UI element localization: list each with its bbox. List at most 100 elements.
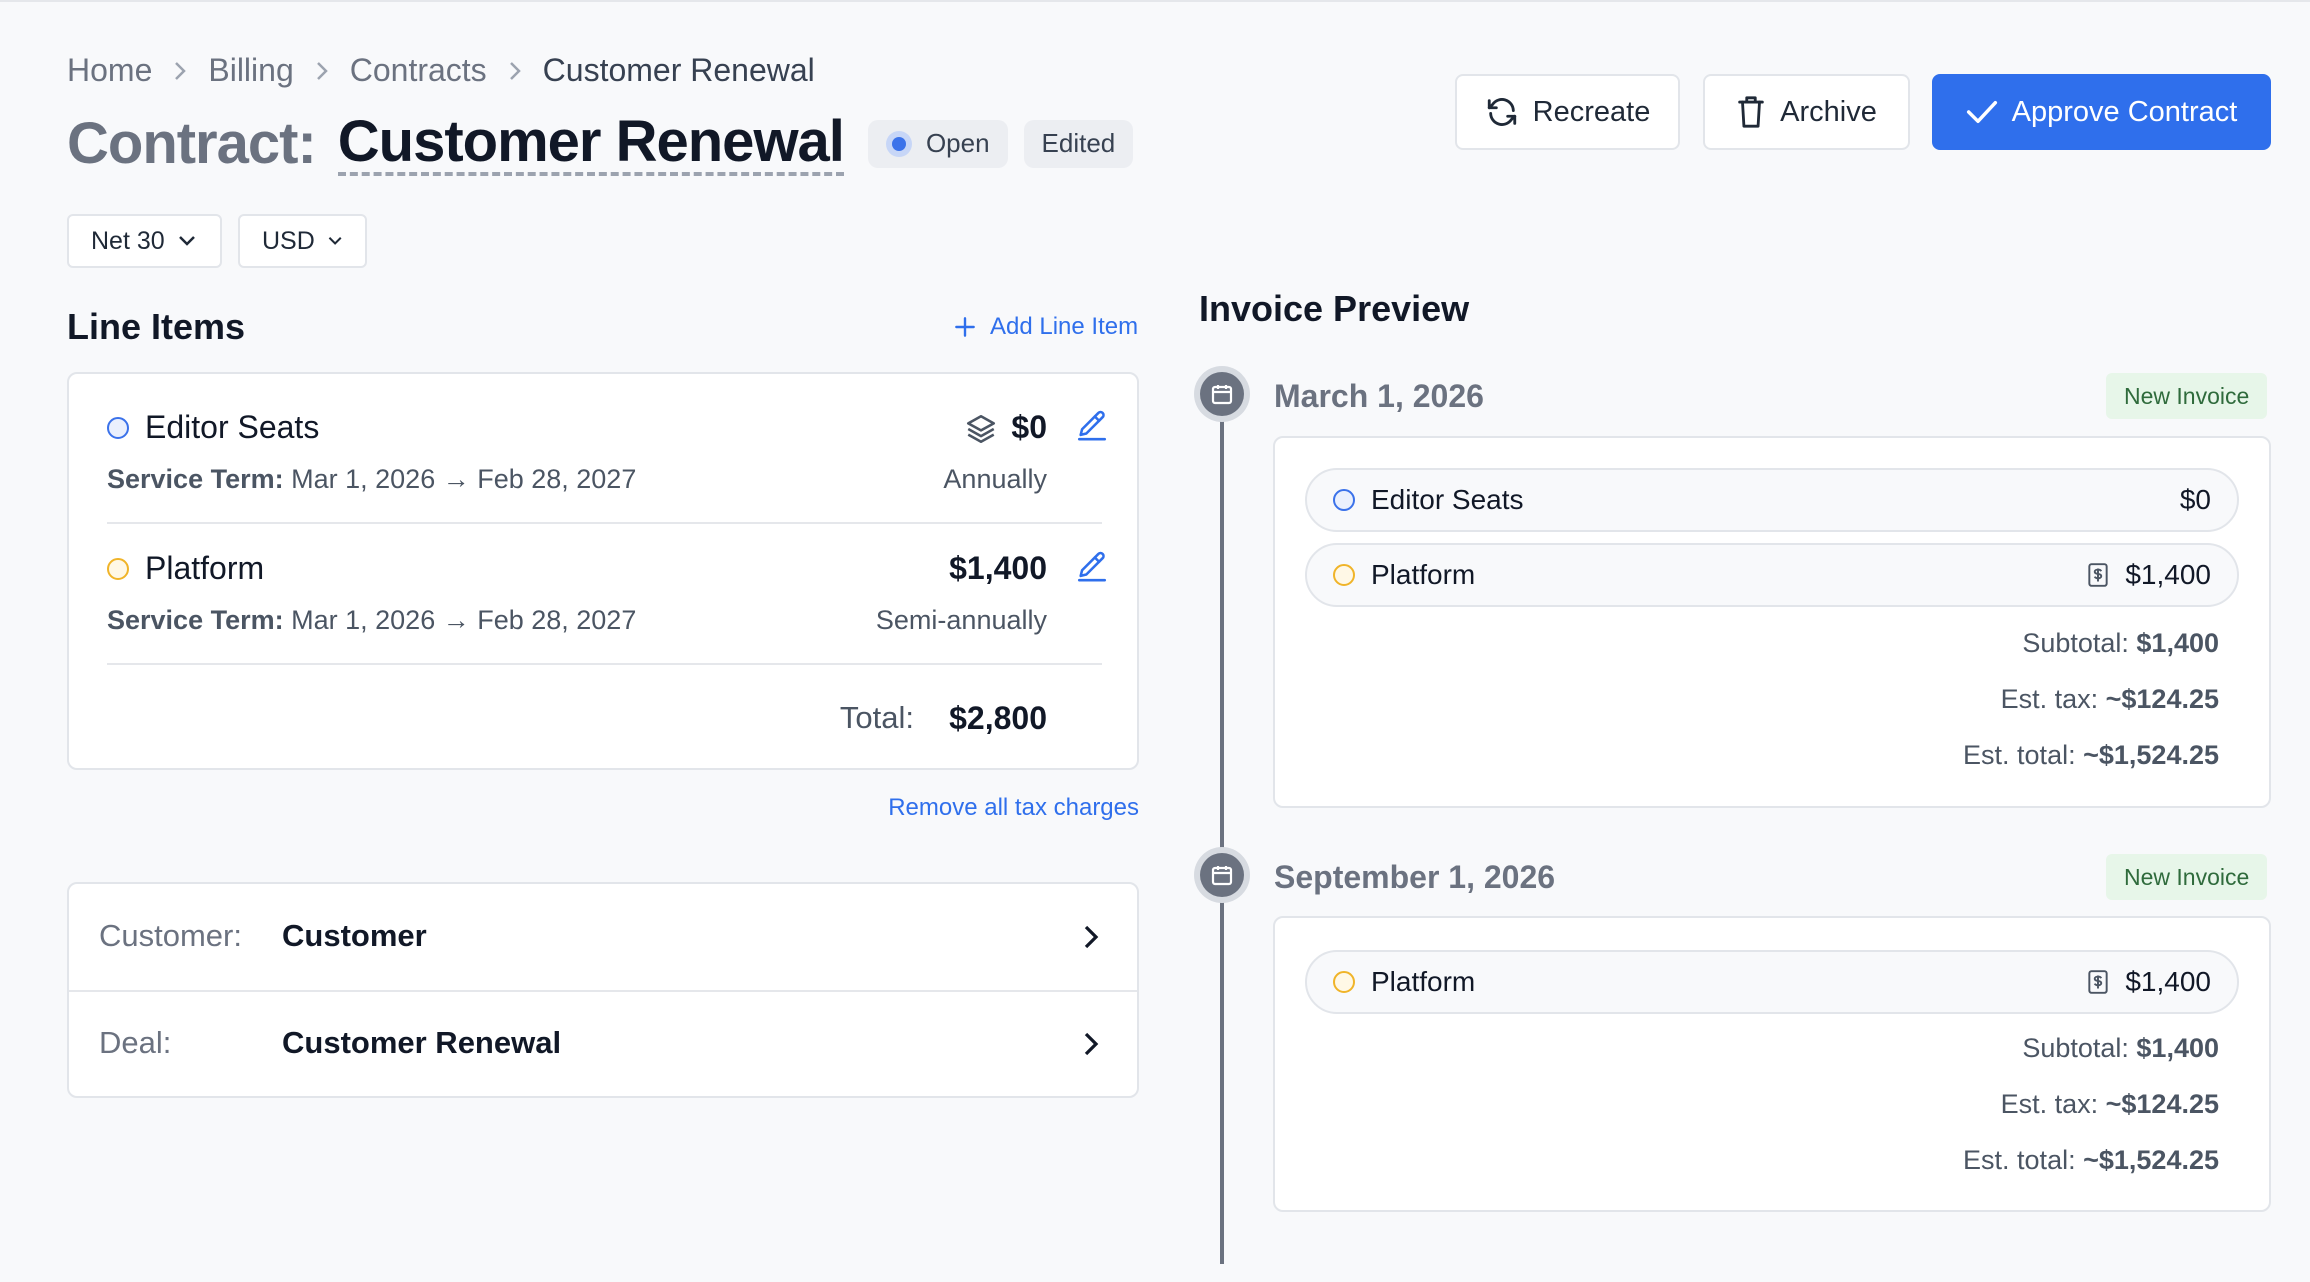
line-item-term-value: Mar 1, 2026 → Feb 28, 2027: [291, 605, 637, 635]
status-dot-icon: [885, 130, 912, 157]
status-badge-label: Open: [925, 128, 990, 158]
invoice-line: Platform $1,400: [1305, 950, 2239, 1014]
invoice-card: Editor Seats $0 Platform $1,400 Subtotal…: [1273, 436, 2271, 808]
invoice-tax-value: ~$124.25: [2105, 1089, 2219, 1119]
deal-label: Deal:: [99, 1025, 172, 1060]
line-items-card: Editor Seats Service Term: Mar 1, 2026 →…: [67, 372, 1139, 770]
invoice-est-total-value: ~$1,524.25: [2083, 740, 2219, 770]
invoice-line-status-icon: [1333, 971, 1355, 993]
line-item-divider: [107, 663, 1102, 665]
approve-contract-button-label: Approve Contract: [2011, 95, 2238, 128]
line-item-status-icon: [107, 417, 129, 439]
add-line-item-label: Add Line Item: [990, 313, 1139, 340]
receipt-icon: [2088, 563, 2109, 587]
line-item-term: Service Term: Mar 1, 2026 → Feb 28, 2027: [107, 464, 636, 495]
chevron-right-icon: [1084, 1032, 1099, 1056]
line-item-amount: $0: [1011, 409, 1047, 445]
invoice-line-amount: $1,400: [2125, 559, 2211, 590]
invoice-line-amount: $0: [2179, 484, 2211, 515]
invoice-tax-label: Est. tax:: [2000, 684, 2099, 714]
line-item-term-value: Mar 1, 2026 → Feb 28, 2027: [291, 464, 637, 494]
trash-icon: [1738, 96, 1764, 128]
invoice-line: Platform $1,400: [1305, 543, 2239, 607]
line-items-total-value: $2,800: [949, 700, 1047, 736]
invoice-date: March 1, 2026: [1274, 378, 1484, 414]
status-badge: Open: [867, 119, 1008, 168]
line-item-period: Semi-annually: [875, 605, 1047, 635]
page-title-prefix: Contract:: [67, 111, 317, 176]
invoice-subtotal: Subtotal: $1,400: [2022, 628, 2219, 659]
invoice-line-status-icon: [1333, 489, 1355, 511]
chevron-right-icon: [507, 60, 523, 82]
line-items-total-label: Total:: [839, 700, 914, 735]
approve-contract-button[interactable]: Approve Contract: [1932, 74, 2271, 150]
line-item-term: Service Term: Mar 1, 2026 → Feb 28, 2027: [107, 605, 636, 636]
line-item-status-icon: [107, 558, 129, 580]
breadcrumb-contracts[interactable]: Contracts: [350, 52, 487, 89]
invoice-tax-value: ~$124.25: [2105, 684, 2219, 714]
deal-row[interactable]: Deal: Customer Renewal: [69, 992, 1137, 1098]
chevron-right-icon: [1084, 925, 1099, 949]
breadcrumb-home[interactable]: Home: [67, 52, 152, 89]
line-item-divider: [107, 522, 1102, 524]
invoice-subtotal-value: $1,400: [2136, 1033, 2219, 1063]
line-item-name: Platform: [145, 550, 265, 586]
invoice-est-total: Est. total: ~$1,524.25: [1963, 740, 2219, 771]
customer-value: Customer: [282, 918, 427, 953]
edited-badge: Edited: [1023, 119, 1134, 168]
invoice-subtotal-label: Subtotal:: [2022, 628, 2129, 658]
invoice-tax-label: Est. tax:: [2000, 1089, 2099, 1119]
invoice-tax: Est. tax: ~$124.25: [2001, 684, 2219, 715]
invoice-est-total-value: ~$1,524.25: [2083, 1145, 2219, 1175]
remove-tax-charges-link[interactable]: Remove all tax charges: [888, 794, 1139, 822]
layers-icon: [966, 414, 996, 444]
invoice-line-status-icon: [1333, 564, 1355, 586]
invoice-subtotal: Subtotal: $1,400: [2022, 1033, 2219, 1064]
payment-terms-select[interactable]: Net 30: [67, 214, 222, 268]
invoice-line-name: Editor Seats: [1371, 484, 1524, 515]
recreate-button-label: Recreate: [1532, 95, 1651, 128]
customer-row[interactable]: Customer: Customer: [69, 884, 1137, 990]
customer-label: Customer:: [99, 918, 242, 953]
line-item-period: Annually: [943, 464, 1047, 494]
invoice-est-total: Est. total: ~$1,524.25: [1963, 1145, 2219, 1176]
recreate-button[interactable]: Recreate: [1455, 74, 1680, 150]
invoice-est-total-label: Est. total:: [1963, 740, 2076, 770]
chevron-down-icon: [328, 237, 342, 245]
line-item-term-label: Service Term:: [107, 464, 284, 494]
add-line-item-button[interactable]: Add Line Item: [952, 313, 1138, 341]
chevron-right-icon: [314, 60, 330, 82]
line-item-amount: $1,400: [949, 550, 1047, 586]
line-items-title: Line Items: [67, 306, 246, 347]
invoice-line: Editor Seats $0: [1305, 468, 2239, 532]
new-invoice-badge: New Invoice: [2106, 854, 2268, 900]
refresh-icon: [1487, 98, 1516, 126]
invoice-card: Platform $1,400 Subtotal: $1,400 Est. ta…: [1273, 916, 2271, 1212]
invoice-tax: Est. tax: ~$124.25: [2001, 1089, 2219, 1120]
edit-icon[interactable]: [1075, 408, 1109, 442]
payment-terms-value: Net 30: [91, 226, 165, 255]
currency-select[interactable]: USD: [238, 214, 367, 268]
invoice-line-name: Platform: [1371, 559, 1476, 590]
invoice-line-name: Platform: [1371, 966, 1476, 997]
page-title[interactable]: Customer Renewal: [337, 111, 845, 176]
calendar-icon: [1200, 853, 1244, 897]
edit-icon[interactable]: [1075, 549, 1109, 583]
invoice-line-amount: $1,400: [2125, 966, 2211, 997]
chevron-right-icon: [172, 60, 188, 82]
line-item-name: Editor Seats: [145, 409, 320, 445]
deal-value: Customer Renewal: [282, 1025, 562, 1060]
receipt-icon: [2088, 970, 2109, 994]
invoice-subtotal-value: $1,400: [2136, 628, 2219, 658]
new-invoice-badge: New Invoice: [2106, 373, 2268, 419]
plus-icon: [955, 317, 975, 337]
breadcrumb-current: Customer Renewal: [542, 52, 815, 88]
archive-button-label: Archive: [1780, 95, 1877, 128]
breadcrumb: Home Billing Contracts Customer Renewal: [67, 52, 815, 89]
page-title-row: Contract: Customer Renewal Open Edited: [67, 110, 1134, 177]
relations-card: Customer: Customer Deal: Customer Renewa…: [67, 882, 1139, 1098]
breadcrumb-billing[interactable]: Billing: [208, 52, 293, 89]
chevron-down-icon: [178, 236, 195, 246]
archive-button[interactable]: Archive: [1703, 74, 1910, 150]
invoice-est-total-label: Est. total:: [1963, 1145, 2076, 1175]
